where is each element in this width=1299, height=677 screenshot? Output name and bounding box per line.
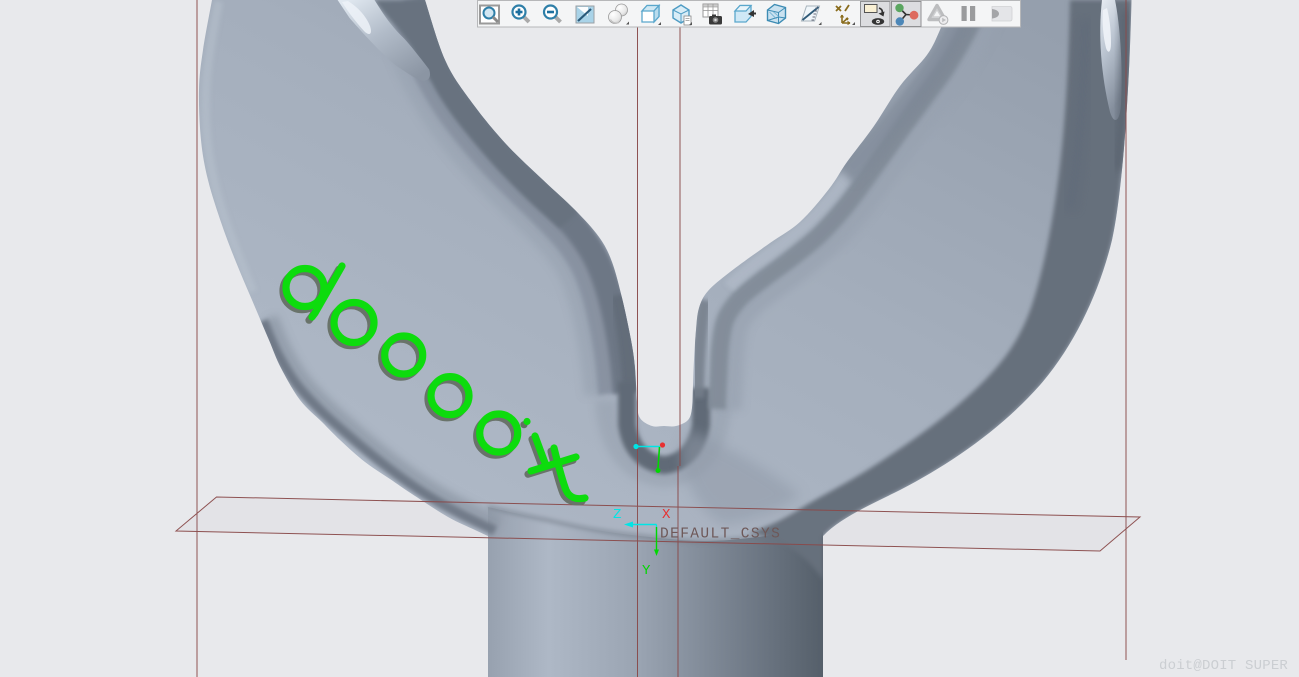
svg-text:DEFAULT_CSYS: DEFAULT_CSYS: [660, 527, 781, 543]
svg-text:doit@DOIT SUPER: doit@DOIT SUPER: [1159, 658, 1288, 674]
svg-text:Z: Z: [613, 507, 621, 523]
svg-text:Y: Y: [642, 563, 651, 579]
svg-text:X: X: [662, 507, 671, 523]
